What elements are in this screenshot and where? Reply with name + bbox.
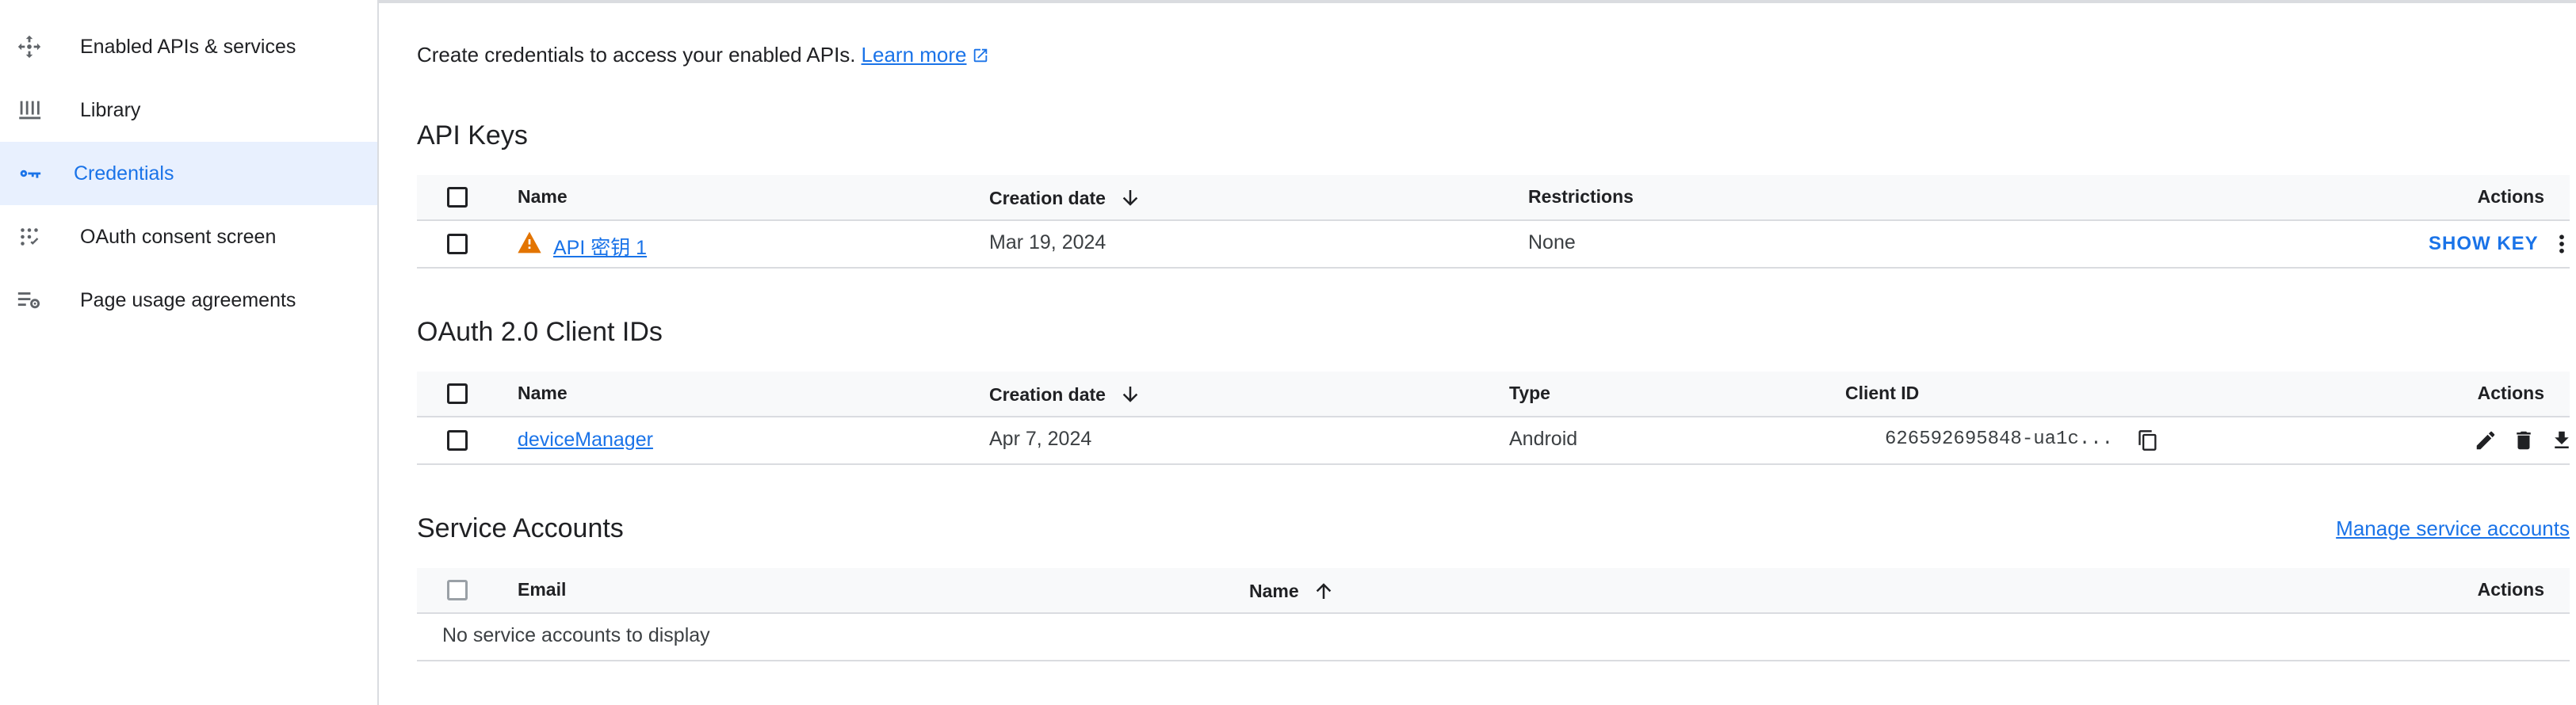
column-header-name[interactable]: Name [518, 383, 568, 404]
column-header-actions: Actions [2477, 186, 2544, 207]
client-type: Android [1509, 428, 1578, 450]
column-header-creation-date[interactable]: Creation date [989, 383, 1142, 406]
manage-service-accounts-link[interactable]: Manage service accounts [2336, 516, 2570, 541]
warning-icon [517, 231, 542, 258]
column-header-label: Creation date [989, 187, 1106, 208]
column-header-label: Creation date [989, 383, 1106, 405]
more-vert-icon[interactable] [2547, 230, 2576, 258]
sidebar-item-library[interactable]: Library [0, 78, 377, 142]
library-icon [14, 95, 44, 125]
oauth-table-header: Name Creation date Type Client ID Action… [417, 372, 2570, 417]
api-key-name-link[interactable]: API 密钥 1 [553, 232, 647, 261]
main-content: Create credentials to access your enable… [379, 0, 2576, 705]
table-row: API 密钥 1 Mar 19, 2024 None SHOW KEY [417, 221, 2570, 269]
oauth-client-name-link[interactable]: deviceManager [518, 429, 653, 452]
intro-text: Create credentials to access your enable… [417, 43, 989, 67]
intro-description: Create credentials to access your enable… [417, 43, 856, 67]
learn-more-link[interactable]: Learn more [862, 43, 967, 67]
column-header-type: Type [1509, 383, 1550, 403]
select-all-checkbox[interactable] [447, 187, 468, 208]
arrow-up-icon [1312, 579, 1336, 603]
arrow-down-icon [1118, 383, 1142, 406]
column-header-restrictions: Restrictions [1528, 186, 1634, 207]
settings-list-icon [14, 285, 44, 315]
select-all-checkbox[interactable] [447, 383, 468, 404]
sidebar-item-page-usage[interactable]: Page usage agreements [0, 269, 377, 332]
download-icon[interactable] [2547, 426, 2576, 455]
show-key-button[interactable]: SHOW KEY [2429, 233, 2539, 255]
column-header-email: Email [518, 579, 567, 600]
edit-icon[interactable] [2471, 426, 2500, 455]
creation-date: Apr 7, 2024 [989, 428, 1092, 450]
empty-state-row: No service accounts to display [417, 614, 2570, 661]
client-id-value: 626592695848-ua1c... [1885, 429, 2114, 450]
sidebar-item-label: Credentials [74, 162, 174, 185]
service-accounts-table-header: Email Name Actions [417, 568, 2570, 614]
api-services-icon [14, 32, 44, 62]
column-header-actions: Actions [2477, 383, 2544, 403]
copy-icon[interactable] [2134, 426, 2162, 455]
sidebar-item-label: OAuth consent screen [80, 225, 277, 248]
table-row: deviceManager Apr 7, 2024 Android 626592… [417, 417, 2570, 465]
external-link-icon[interactable] [972, 47, 989, 64]
arrow-down-icon [1118, 186, 1142, 210]
restrictions-value: None [1528, 231, 1576, 253]
oauth-consent-icon [14, 222, 44, 252]
sidebar-item-credentials[interactable]: Credentials [0, 142, 377, 205]
service-accounts-title: Service Accounts [417, 513, 624, 543]
row-checkbox[interactable] [447, 234, 468, 254]
empty-state-text: No service accounts to display [442, 624, 710, 646]
creation-date: Mar 19, 2024 [989, 231, 1106, 253]
column-header-label: Name [1249, 580, 1299, 601]
api-keys-table-header: Name Creation date Restrictions Actions [417, 175, 2570, 221]
sidebar-item-label: Library [80, 98, 141, 121]
oauth-title: OAuth 2.0 Client IDs [417, 317, 663, 347]
column-header-actions: Actions [2477, 579, 2544, 600]
delete-icon[interactable] [2509, 426, 2538, 455]
sidebar-item-oauth-consent[interactable]: OAuth consent screen [0, 205, 377, 269]
sidebar: Enabled APIs & services Library Credenti… [0, 0, 379, 705]
column-header-client-id: Client ID [1845, 383, 1920, 403]
key-icon [14, 158, 44, 189]
api-keys-title: API Keys [417, 120, 528, 151]
sidebar-item-label: Page usage agreements [80, 288, 296, 311]
select-all-checkbox[interactable] [447, 580, 468, 600]
column-header-name[interactable]: Name [518, 186, 568, 208]
sidebar-item-label: Enabled APIs & services [80, 35, 296, 58]
sidebar-item-enabled-apis[interactable]: Enabled APIs & services [0, 15, 377, 78]
column-header-name[interactable]: Name [1249, 579, 1336, 603]
column-header-creation-date[interactable]: Creation date [989, 186, 1142, 210]
row-checkbox[interactable] [447, 430, 468, 451]
